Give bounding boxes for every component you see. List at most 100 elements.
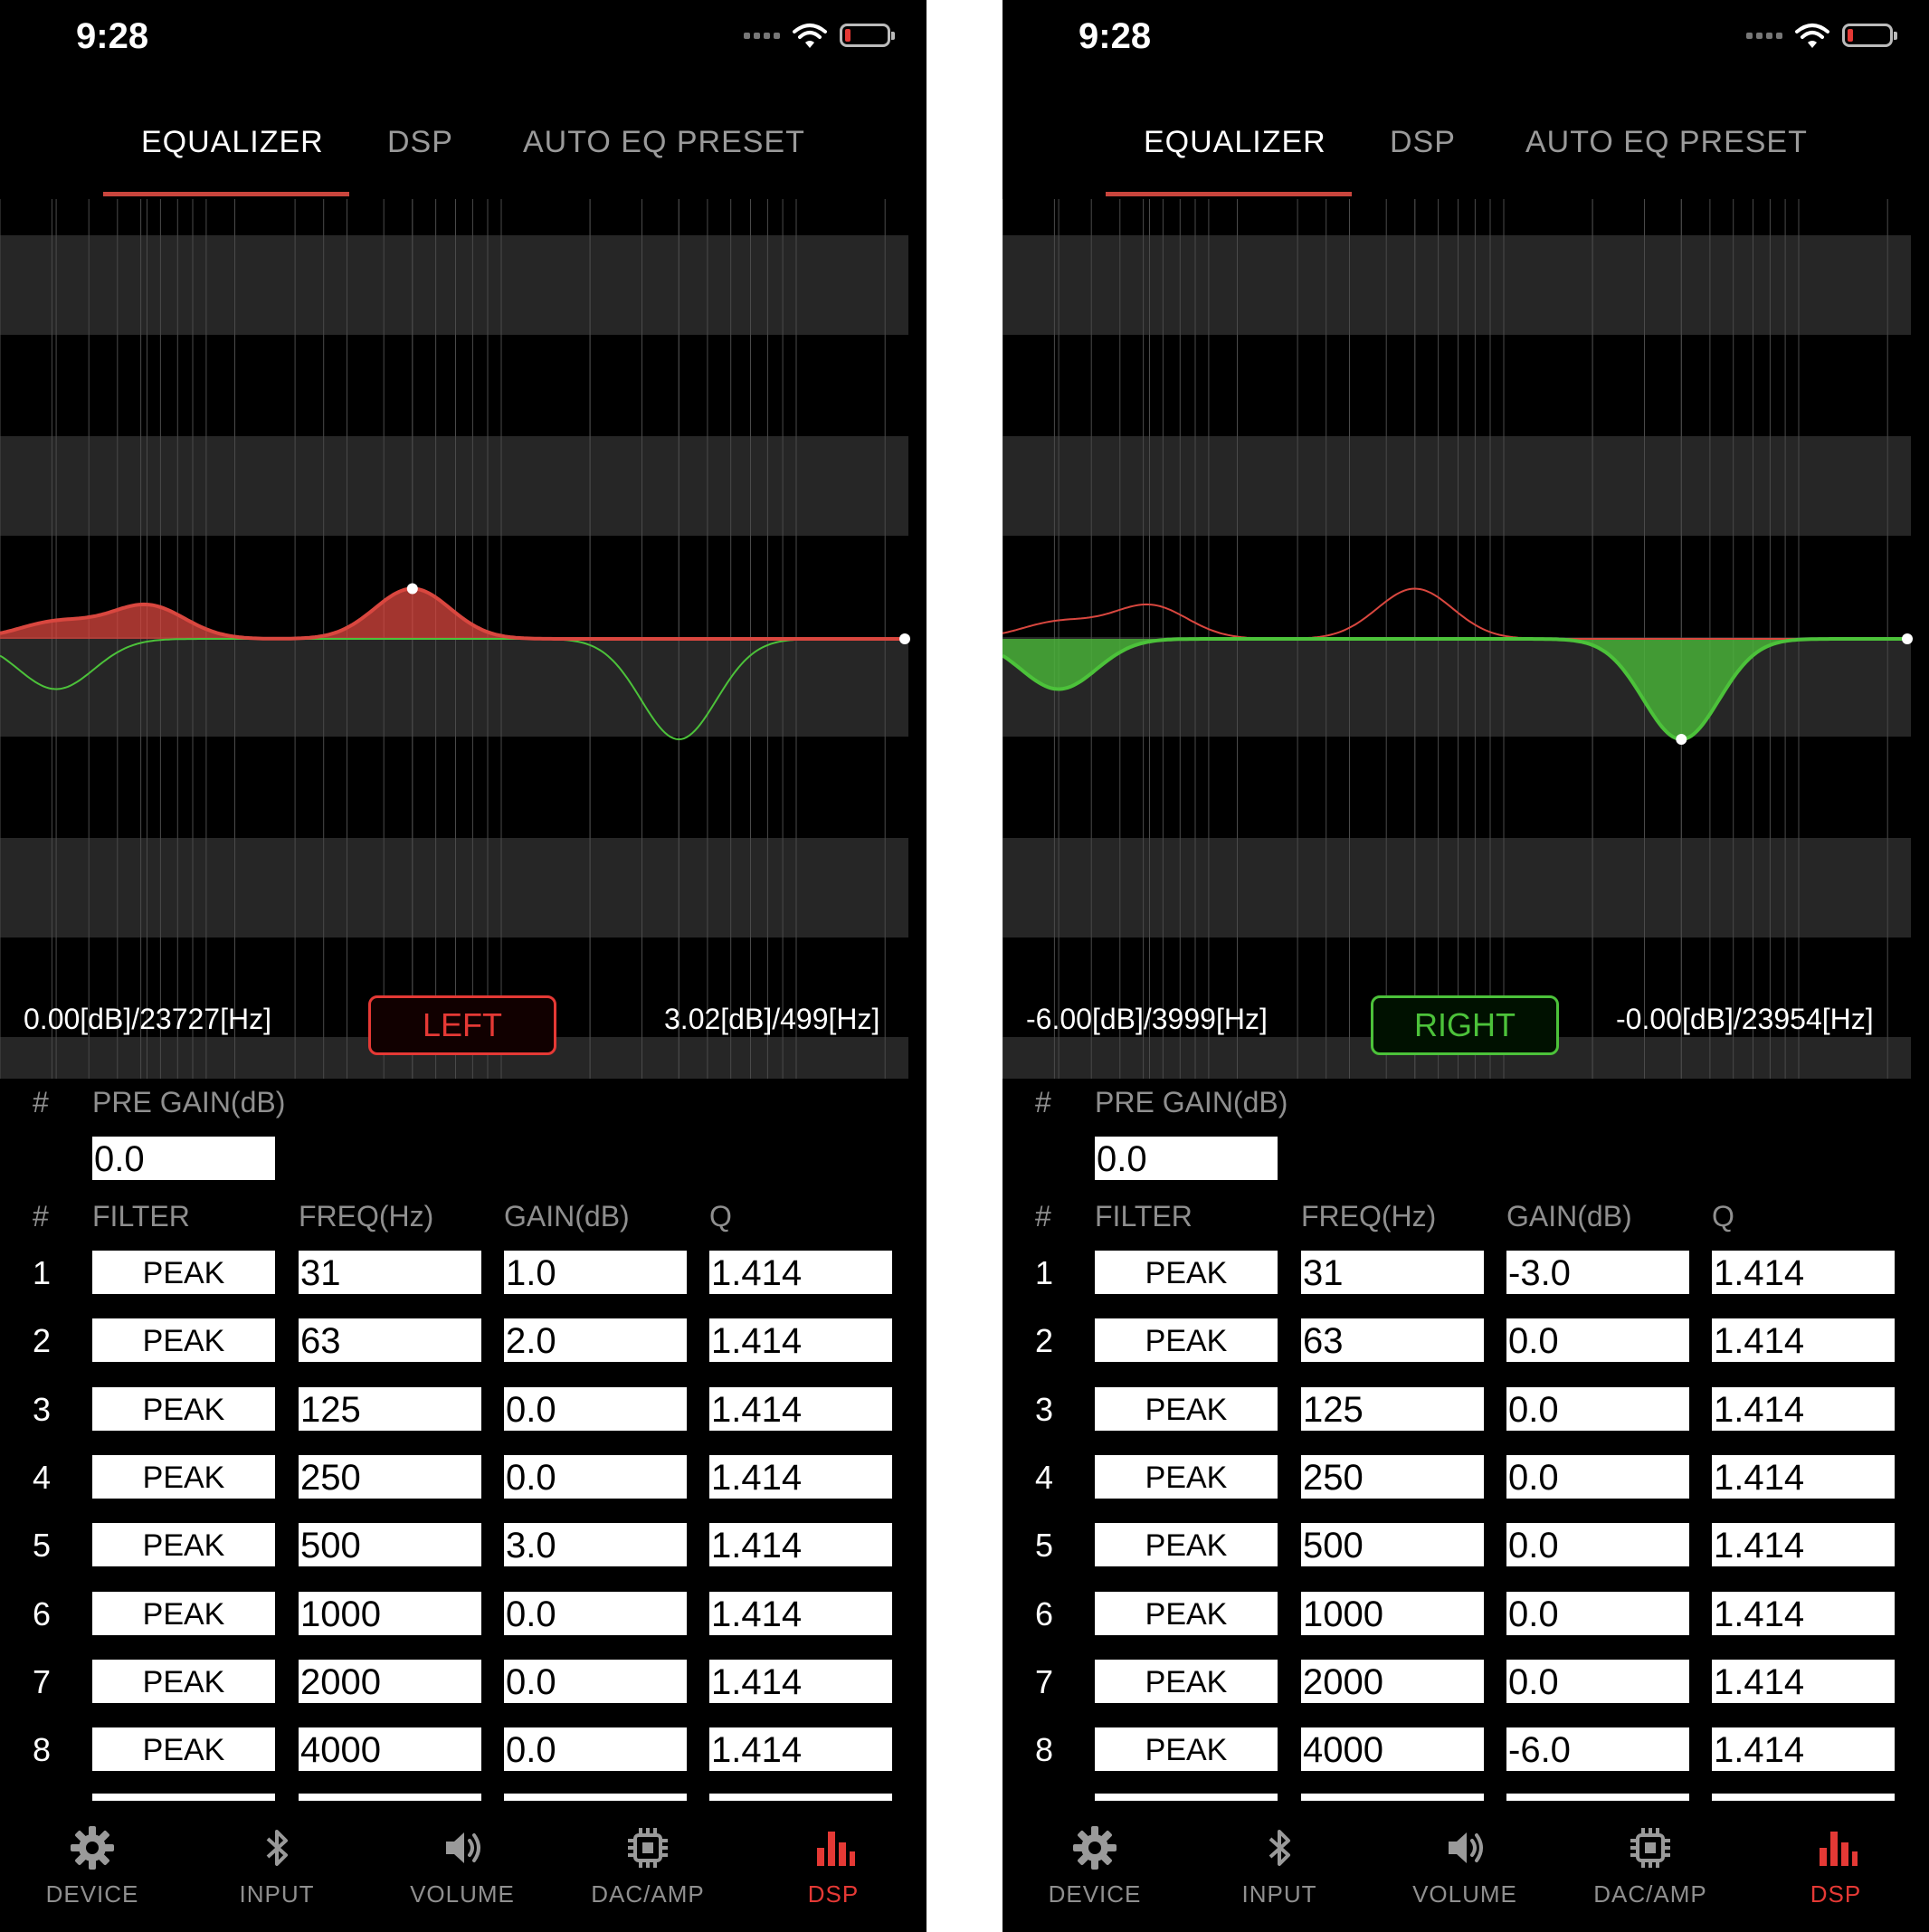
- q-input[interactable]: 1.414: [1712, 1660, 1895, 1703]
- gain-input[interactable]: 0.0: [1506, 1523, 1689, 1566]
- row-number: 4: [33, 1459, 52, 1496]
- q-input[interactable]: 1.414: [1712, 1727, 1895, 1771]
- status-time: 9:28: [76, 16, 149, 56]
- gain-input[interactable]: 3.0: [504, 1523, 687, 1566]
- pre-gain-input[interactable]: 0.0: [92, 1137, 275, 1180]
- nav-device[interactable]: DEVICE: [1018, 1824, 1172, 1908]
- filter-type-select[interactable]: PEAK: [92, 1455, 275, 1499]
- tab-dsp[interactable]: DSP: [1390, 125, 1456, 160]
- q-input[interactable]: 1.414: [709, 1660, 892, 1703]
- gain-input[interactable]: 0.0: [504, 1592, 687, 1635]
- filter-type-select[interactable]: PEAK: [1095, 1660, 1278, 1703]
- gain-input[interactable]: 0.0: [1506, 1592, 1689, 1635]
- filter-type-select[interactable]: PEAK: [1095, 1251, 1278, 1294]
- q-input[interactable]: 1.414: [1712, 1387, 1895, 1431]
- freq-input[interactable]: 1000: [1301, 1592, 1484, 1635]
- nav-volume[interactable]: VOLUME: [385, 1824, 539, 1908]
- q-input[interactable]: 1.414: [1712, 1592, 1895, 1635]
- nav-dsp[interactable]: DSP: [1759, 1824, 1913, 1908]
- nav-device[interactable]: DEVICE: [15, 1824, 169, 1908]
- nav-input[interactable]: INPUT: [200, 1824, 354, 1908]
- freq-input[interactable]: 31: [1301, 1251, 1484, 1294]
- q-input[interactable]: 1.414: [709, 1727, 892, 1771]
- q-input[interactable]: 1.414: [709, 1592, 892, 1635]
- gain-input[interactable]: 0.0: [504, 1387, 687, 1431]
- filter-type-select[interactable]: PEAK: [1095, 1523, 1278, 1566]
- freq-input[interactable]: 63: [1301, 1318, 1484, 1362]
- tab-dsp[interactable]: DSP: [387, 125, 453, 160]
- q-input[interactable]: 1.414: [709, 1455, 892, 1499]
- eq-response-graph[interactable]: [1003, 199, 1929, 1079]
- nav-volume[interactable]: VOLUME: [1388, 1824, 1542, 1908]
- nav-dsp[interactable]: DSP: [756, 1824, 910, 1908]
- q-input[interactable]: 1.414: [1712, 1318, 1895, 1362]
- filter-select-partial[interactable]: [92, 1794, 275, 1801]
- tab-auto-eq-preset[interactable]: AUTO EQ PRESET: [1525, 125, 1808, 160]
- selected-band-handle[interactable]: [406, 583, 418, 595]
- gain-input-partial[interactable]: [1506, 1794, 1689, 1801]
- freq-input[interactable]: 4000: [299, 1727, 481, 1771]
- eq-response-graph[interactable]: [0, 199, 926, 1079]
- filter-type-select[interactable]: PEAK: [92, 1592, 275, 1635]
- filter-type-select[interactable]: PEAK: [1095, 1455, 1278, 1499]
- freq-input[interactable]: 250: [299, 1455, 481, 1499]
- gain-input[interactable]: -6.0: [1506, 1727, 1689, 1771]
- freq-input[interactable]: 125: [1301, 1387, 1484, 1431]
- q-input[interactable]: 1.414: [709, 1318, 892, 1362]
- freq-input[interactable]: 1000: [299, 1592, 481, 1635]
- gain-input[interactable]: 0.0: [504, 1727, 687, 1771]
- filter-type-select[interactable]: PEAK: [1095, 1318, 1278, 1362]
- nav-input[interactable]: INPUT: [1202, 1824, 1356, 1908]
- freq-input[interactable]: 500: [1301, 1523, 1484, 1566]
- q-input[interactable]: 1.414: [709, 1523, 892, 1566]
- filter-type-select[interactable]: PEAK: [1095, 1387, 1278, 1431]
- filter-type-select[interactable]: PEAK: [1095, 1727, 1278, 1771]
- end-handle[interactable]: [899, 633, 910, 644]
- channel-toggle-button[interactable]: LEFT: [368, 995, 556, 1055]
- pre-gain-input[interactable]: 0.0: [1095, 1137, 1278, 1180]
- freq-input[interactable]: 500: [299, 1523, 481, 1566]
- gain-input[interactable]: 2.0: [504, 1318, 687, 1362]
- tab-auto-eq-preset[interactable]: AUTO EQ PRESET: [523, 125, 805, 160]
- gain-input[interactable]: 0.0: [1506, 1455, 1689, 1499]
- gain-input[interactable]: 0.0: [1506, 1387, 1689, 1431]
- gain-input[interactable]: 1.0: [504, 1251, 687, 1294]
- tab-equalizer[interactable]: EQUALIZER: [141, 125, 324, 160]
- q-input[interactable]: 1.414: [1712, 1523, 1895, 1566]
- gain-input[interactable]: 0.0: [504, 1660, 687, 1703]
- filter-type-select[interactable]: PEAK: [92, 1523, 275, 1566]
- gain-input-partial[interactable]: [504, 1794, 687, 1801]
- filter-type-select[interactable]: PEAK: [92, 1318, 275, 1362]
- q-input-partial[interactable]: [709, 1794, 892, 1801]
- gain-input[interactable]: -3.0: [1506, 1251, 1689, 1294]
- q-input[interactable]: 1.414: [1712, 1455, 1895, 1499]
- gain-input[interactable]: 0.0: [1506, 1660, 1689, 1703]
- freq-input[interactable]: 125: [299, 1387, 481, 1431]
- q-input[interactable]: 1.414: [1712, 1251, 1895, 1294]
- nav-dac-amp[interactable]: DAC/AMP: [571, 1824, 725, 1908]
- q-input-partial[interactable]: [1712, 1794, 1895, 1801]
- filter-type-select[interactable]: PEAK: [92, 1727, 275, 1771]
- tab-equalizer[interactable]: EQUALIZER: [1144, 125, 1326, 160]
- q-input[interactable]: 1.414: [709, 1251, 892, 1294]
- q-input[interactable]: 1.414: [709, 1387, 892, 1431]
- channel-toggle-button[interactable]: RIGHT: [1371, 995, 1559, 1055]
- freq-input-partial[interactable]: [299, 1794, 481, 1801]
- filter-type-select[interactable]: PEAK: [92, 1387, 275, 1431]
- end-handle[interactable]: [1902, 633, 1913, 644]
- gain-input[interactable]: 0.0: [1506, 1318, 1689, 1362]
- filter-type-select[interactable]: PEAK: [1095, 1592, 1278, 1635]
- freq-input[interactable]: 63: [299, 1318, 481, 1362]
- nav-dac-amp[interactable]: DAC/AMP: [1573, 1824, 1727, 1908]
- filter-select-partial[interactable]: [1095, 1794, 1278, 1801]
- freq-input[interactable]: 2000: [1301, 1660, 1484, 1703]
- filter-type-select[interactable]: PEAK: [92, 1660, 275, 1703]
- freq-input[interactable]: 31: [299, 1251, 481, 1294]
- freq-input[interactable]: 4000: [1301, 1727, 1484, 1771]
- freq-input-partial[interactable]: [1301, 1794, 1484, 1801]
- selected-band-handle[interactable]: [1676, 734, 1687, 745]
- filter-type-select[interactable]: PEAK: [92, 1251, 275, 1294]
- freq-input[interactable]: 2000: [299, 1660, 481, 1703]
- freq-input[interactable]: 250: [1301, 1455, 1484, 1499]
- gain-input[interactable]: 0.0: [504, 1455, 687, 1499]
